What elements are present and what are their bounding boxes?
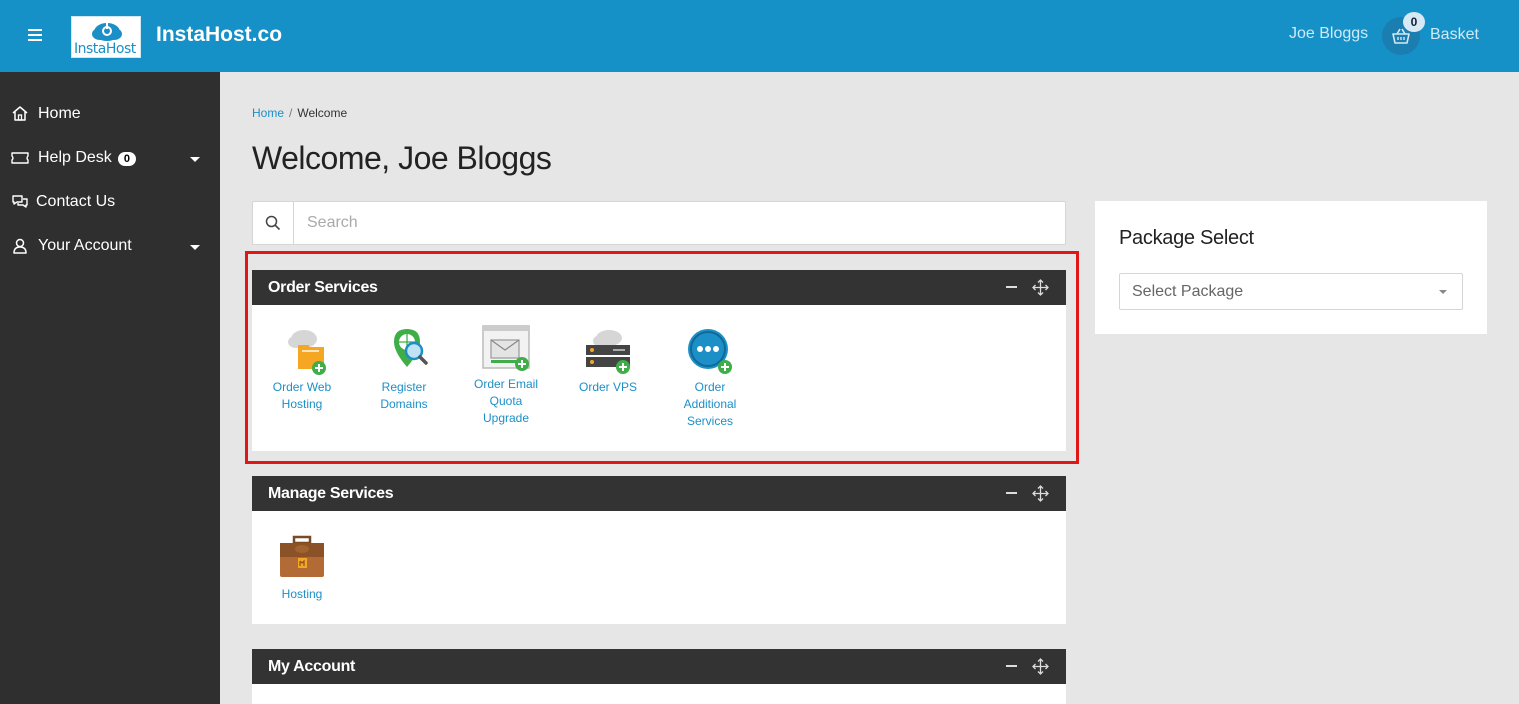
search-icon: [253, 202, 294, 244]
package-select-dropdown[interactable]: Select Package: [1119, 273, 1463, 310]
package-select-value: Select Package: [1132, 283, 1244, 300]
logo-text: InstaHost: [74, 41, 136, 57]
minimize-icon[interactable]: [1006, 492, 1017, 494]
panel-header: My Account: [252, 649, 1066, 684]
highlight-frame: [245, 251, 1079, 464]
manage-services-panel: Manage Services Hosting: [252, 476, 1066, 624]
help-desk-count-badge: 0: [117, 152, 136, 166]
home-icon: [12, 106, 28, 121]
panel-title: Manage Services: [268, 485, 394, 502]
sidebar-item-label: Help Desk: [38, 149, 112, 166]
sidebar-item-label: Contact Us: [36, 193, 116, 210]
sidebar-item-your-account[interactable]: Your Account: [0, 226, 220, 266]
chevron-down-icon: [190, 245, 200, 250]
sidebar-item-home[interactable]: Home: [0, 94, 220, 134]
chat-icon: [12, 195, 28, 208]
move-icon[interactable]: [1032, 485, 1049, 502]
package-select-card: Package Select Select Package: [1095, 201, 1487, 334]
move-icon[interactable]: [1032, 658, 1049, 675]
ticket-icon: [11, 152, 29, 164]
user-name-link[interactable]: Joe Bloggs: [1289, 25, 1368, 43]
package-select-title: Package Select: [1119, 227, 1254, 249]
chevron-down-icon: [190, 157, 200, 162]
sidebar-item-label: Your Account: [38, 237, 132, 254]
briefcase-icon: [280, 535, 324, 577]
breadcrumb-separator: /: [289, 106, 293, 120]
user-icon: [13, 238, 27, 254]
sidebar: Home Help Desk 0 Contact Us Your Account: [0, 72, 220, 704]
hosting-tile[interactable]: Hosting: [257, 534, 347, 603]
breadcrumb: Home / Welcome: [252, 106, 347, 120]
breadcrumb-home-link[interactable]: Home: [252, 106, 284, 120]
basket-count-badge: 0: [1403, 12, 1425, 32]
sidebar-item-contact-us[interactable]: Contact Us: [0, 182, 220, 222]
basket-link[interactable]: Basket: [1430, 26, 1479, 44]
chevron-down-icon: [1439, 290, 1447, 294]
search-box: [252, 201, 1066, 245]
search-input[interactable]: [295, 202, 1065, 244]
panel-header: Manage Services: [252, 476, 1066, 511]
breadcrumb-current: Welcome: [297, 106, 348, 120]
panel-title: My Account: [268, 658, 356, 675]
page-title: Welcome, Joe Bloggs: [252, 140, 552, 176]
sidebar-item-label-wrap: Help Desk 0: [38, 149, 136, 167]
sidebar-item-help-desk[interactable]: Help Desk 0: [0, 138, 220, 178]
top-header: InstaHost InstaHost.co Joe Bloggs 0 Bask…: [0, 0, 1519, 72]
sidebar-item-label: Home: [38, 105, 81, 122]
menu-toggle-icon[interactable]: [28, 24, 46, 46]
my-account-panel: My Account: [252, 649, 1066, 704]
tile-label: Hosting: [281, 587, 323, 601]
minimize-icon[interactable]: [1006, 665, 1017, 667]
brand-logo[interactable]: InstaHost: [71, 16, 141, 58]
site-brand[interactable]: InstaHost.co: [156, 23, 282, 47]
